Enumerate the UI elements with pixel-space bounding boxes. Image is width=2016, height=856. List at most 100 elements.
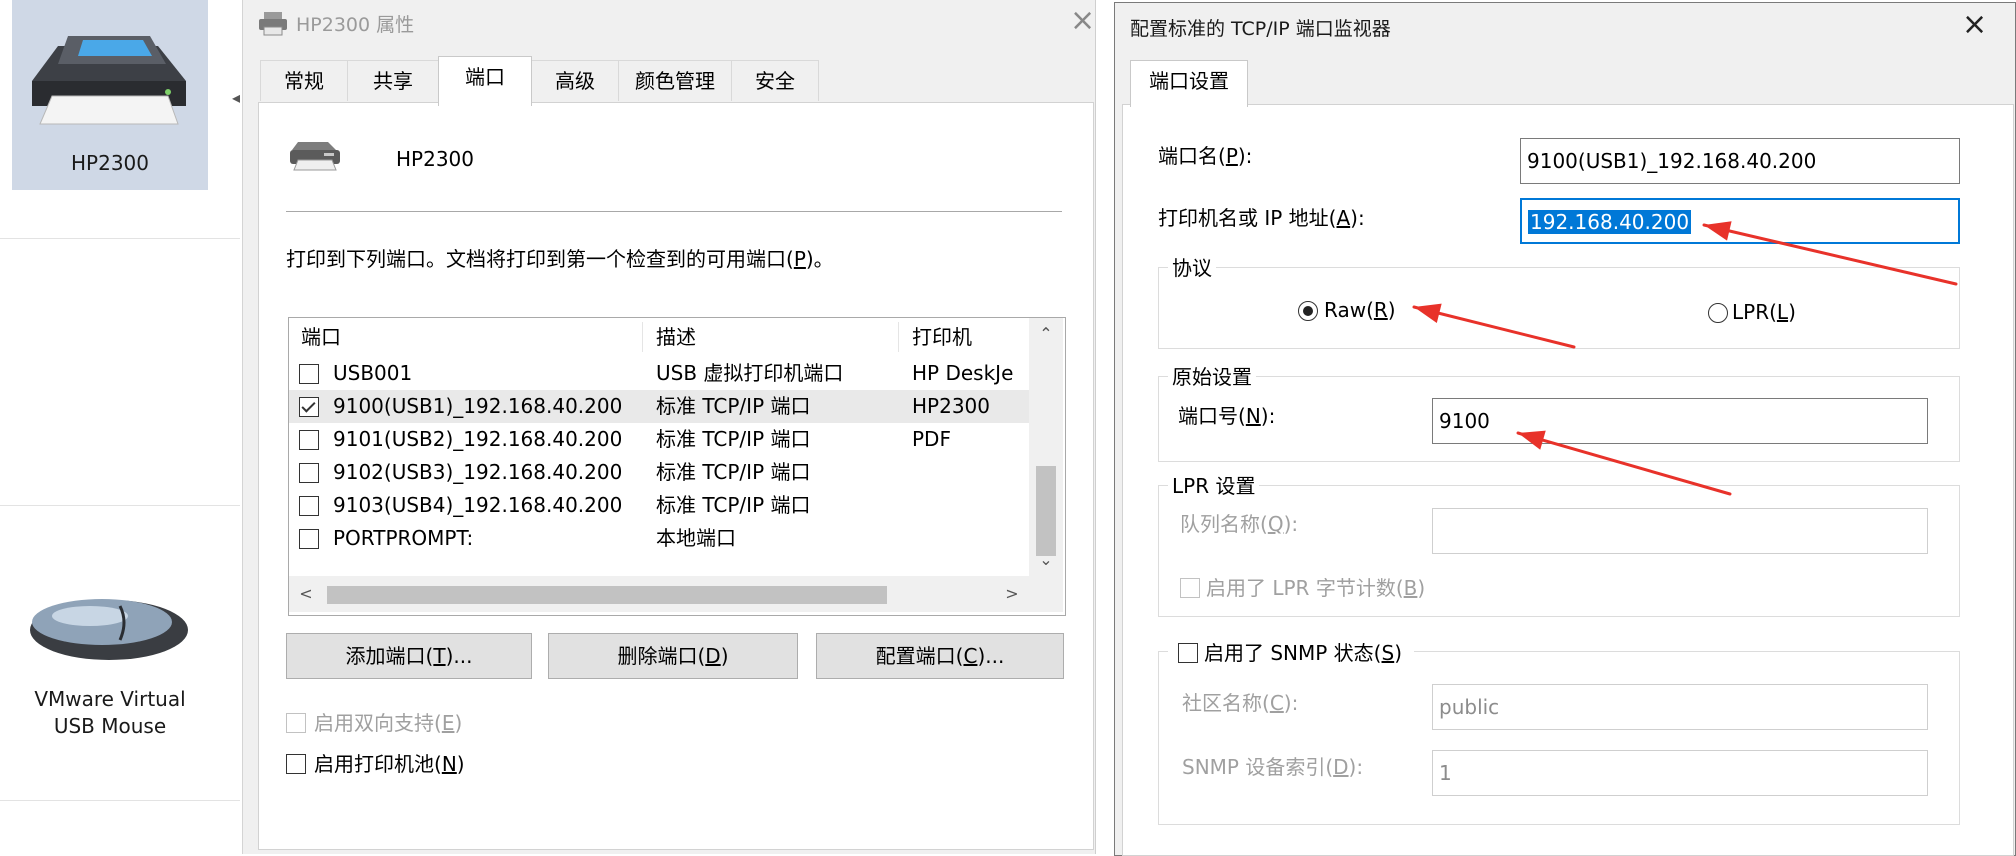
port-description: 标准 TCP/IP 端口 <box>656 394 811 418</box>
port-checkbox[interactable] <box>299 430 319 450</box>
horizontal-scrollbar[interactable]: < > <box>289 576 1029 612</box>
port-checkbox[interactable] <box>299 397 319 417</box>
divider <box>286 211 1062 212</box>
divider <box>0 238 240 239</box>
port-printer: HP2300 <box>912 394 990 418</box>
printer-small-icon <box>259 12 287 36</box>
selected-text: 192.168.40.200 <box>1528 210 1692 234</box>
tab-sharing[interactable]: 共享 <box>347 60 439 101</box>
scroll-left-icon[interactable]: < <box>289 584 323 603</box>
scrollbar-thumb[interactable] <box>327 586 887 604</box>
bidi-support-label: 启用双向支持(E) <box>314 711 463 735</box>
raw-radio[interactable] <box>1298 301 1318 321</box>
tab-ports[interactable]: 端口 <box>438 56 532 106</box>
port-printer: HP DeskJe <box>912 361 1014 385</box>
printer-icon <box>32 36 186 125</box>
raw-settings-label: 原始设置 <box>1168 365 1256 389</box>
host-address-label: 打印机名或 IP 地址(A): <box>1158 206 1365 230</box>
port-list[interactable]: 端口 描述 打印机 USB001 USB 虚拟打印机端口 HP DeskJe 9… <box>288 317 1066 616</box>
port-number-input[interactable]: 9100 <box>1432 398 1928 444</box>
port-description: 标准 TCP/IP 端口 <box>656 493 811 517</box>
community-name-label: 社区名称(C): <box>1182 691 1299 715</box>
bidi-support-checkbox <box>286 713 306 733</box>
port-name-input[interactable]: 9100(USB1)_192.168.40.200 <box>1520 138 1960 184</box>
column-header-printer[interactable]: 打印机 <box>912 318 972 356</box>
scroll-up-icon[interactable]: ⌃ <box>1029 324 1063 343</box>
port-name: 9100(USB1)_192.168.40.200 <box>333 394 623 418</box>
lpr-byte-count-checkbox <box>1180 578 1200 598</box>
snmp-status-checkbox[interactable] <box>1178 643 1198 663</box>
snmp-status-toggle[interactable]: 启用了 SNMP 状态(S) <box>1168 640 1415 665</box>
port-name-label: 端口名(P): <box>1158 144 1253 168</box>
protocol-group-label: 协议 <box>1168 256 1216 280</box>
vertical-scrollbar[interactable]: ⌃ ⌄ <box>1029 318 1063 576</box>
table-row[interactable]: 9100(USB1)_192.168.40.200 标准 TCP/IP 端口 H… <box>289 390 1029 423</box>
tab-color-management[interactable]: 颜色管理 <box>618 60 732 101</box>
printer-pooling-label[interactable]: 启用打印机池(N) <box>314 752 465 776</box>
queue-name-label: 队列名称(Q): <box>1180 512 1299 536</box>
device-tile-mouse[interactable]: VMware Virtual USB Mouse <box>0 560 230 760</box>
port-checkbox[interactable] <box>299 529 319 549</box>
add-port-button[interactable]: 添加端口(T)... <box>286 633 532 679</box>
column-separator <box>642 322 643 352</box>
column-header-description[interactable]: 描述 <box>656 318 696 356</box>
queue-name-input <box>1432 508 1928 554</box>
port-checkbox[interactable] <box>299 463 319 483</box>
scroll-down-icon[interactable]: ⌄ <box>1029 550 1063 569</box>
host-address-input[interactable]: 192.168.40.200 <box>1520 198 1960 244</box>
close-icon[interactable]: × <box>1962 10 1987 40</box>
scrollbar-thumb[interactable] <box>1036 466 1056 556</box>
port-name: 9102(USB3)_192.168.40.200 <box>333 460 623 484</box>
table-row[interactable]: 9103(USB4)_192.168.40.200 标准 TCP/IP 端口 <box>289 489 1029 522</box>
device-label-mouse-line2: USB Mouse <box>53 714 167 738</box>
divider <box>0 505 240 506</box>
port-description: USB 虚拟打印机端口 <box>656 361 844 385</box>
tab-security[interactable]: 安全 <box>731 60 819 101</box>
table-row[interactable]: PORTPROMPT: 本地端口 <box>289 522 1029 555</box>
table-row[interactable]: USB001 USB 虚拟打印机端口 HP DeskJe <box>289 357 1029 390</box>
close-icon[interactable]: × <box>1070 6 1095 36</box>
port-checkbox[interactable] <box>299 364 319 384</box>
port-number-label: 端口号(N): <box>1178 404 1276 428</box>
column-separator <box>898 322 899 352</box>
scrollbar-corner <box>1029 576 1063 612</box>
port-instruction: 打印到下列端口。文档将打印到第一个检查到的可用端口(P)。 <box>286 247 834 271</box>
snmp-group <box>1158 651 1960 825</box>
device-tile-hp2300[interactable]: HP2300 <box>12 0 208 190</box>
lpr-settings-label: LPR 设置 <box>1168 474 1260 498</box>
lpr-byte-count-label: 启用了 LPR 字节计数(B) <box>1206 576 1426 600</box>
printer-name: HP2300 <box>396 147 474 171</box>
port-name: 9101(USB2)_192.168.40.200 <box>333 427 623 451</box>
printer-pooling-checkbox[interactable] <box>286 754 306 774</box>
divider <box>0 800 240 801</box>
device-label-hp2300: HP2300 <box>71 151 149 175</box>
chevron-left-icon: ◂ <box>232 88 241 107</box>
tab-port-settings[interactable]: 端口设置 <box>1130 60 1248 107</box>
port-description: 本地端口 <box>656 526 736 550</box>
raw-radio-label[interactable]: Raw(R) <box>1324 298 1396 322</box>
lpr-radio-label[interactable]: LPR(L) <box>1732 300 1796 324</box>
port-checkbox[interactable] <box>299 496 319 516</box>
tcpip-dialog-title: 配置标准的 TCP/IP 端口监视器 <box>1130 18 1391 40</box>
port-printer: PDF <box>912 427 951 451</box>
port-description: 标准 TCP/IP 端口 <box>656 460 811 484</box>
printer-icon <box>290 142 340 171</box>
table-row[interactable]: 9102(USB3)_192.168.40.200 标准 TCP/IP 端口 <box>289 456 1029 489</box>
props-dialog-title: HP2300 属性 <box>296 14 415 36</box>
snmp-device-index-input: 1 <box>1432 750 1928 796</box>
lpr-radio[interactable] <box>1708 303 1728 323</box>
device-label-mouse-line1: VMware Virtual <box>34 687 186 711</box>
configure-port-button[interactable]: 配置端口(C)... <box>816 633 1064 679</box>
port-description: 标准 TCP/IP 端口 <box>656 427 811 451</box>
table-row[interactable]: 9101(USB2)_192.168.40.200 标准 TCP/IP 端口 P… <box>289 423 1029 456</box>
scroll-right-icon[interactable]: > <box>995 584 1029 603</box>
tab-general[interactable]: 常规 <box>260 60 348 101</box>
snmp-device-index-label: SNMP 设备索引(D): <box>1182 755 1364 779</box>
port-name: 9103(USB4)_192.168.40.200 <box>333 493 623 517</box>
delete-port-button[interactable]: 删除端口(D) <box>548 633 798 679</box>
mouse-icon <box>30 599 188 660</box>
port-name: PORTPROMPT: <box>333 526 474 550</box>
tab-advanced[interactable]: 高级 <box>531 60 619 101</box>
column-header-port[interactable]: 端口 <box>301 318 341 356</box>
device-list: HP2300 ◂ VMware Virtual USB Mouse <box>0 0 240 854</box>
